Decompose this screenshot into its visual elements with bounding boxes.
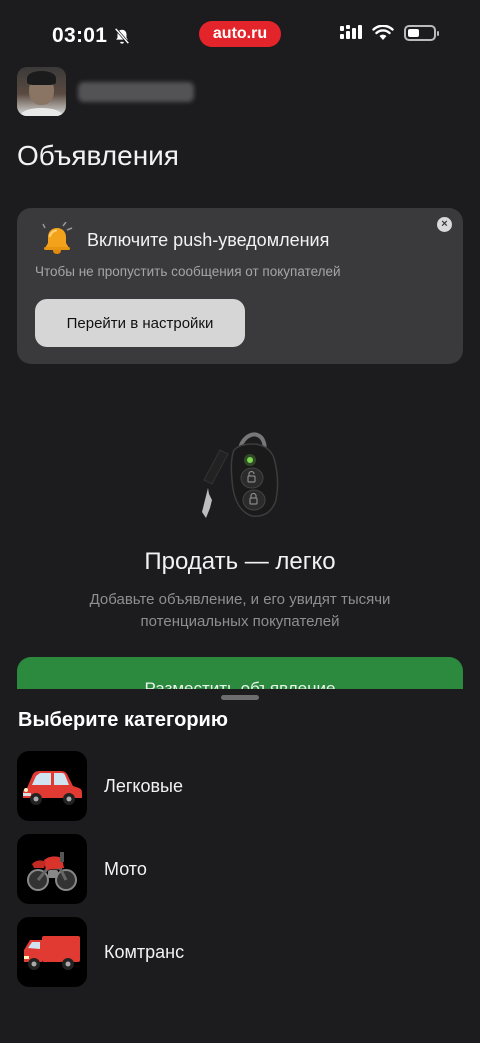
- category-label: Легковые: [104, 775, 183, 796]
- category-sheet: Выберите категорию Легковые Мото Комтран…: [0, 689, 480, 1043]
- open-settings-button[interactable]: Перейти в настройки: [35, 299, 245, 347]
- category-commercial[interactable]: Комтранс: [17, 917, 463, 987]
- car-key-illustration: [202, 432, 279, 518]
- empty-state-description: Добавьте объявление, и его увидят тысячи…: [89, 591, 391, 630]
- battery-icon: [404, 25, 439, 41]
- category-label: Комтранс: [104, 941, 185, 962]
- profile-name-blurred: [78, 81, 194, 102]
- category-label: Мото: [104, 858, 147, 879]
- category-cars[interactable]: Легковые: [17, 751, 463, 821]
- bell-slash-icon: [114, 27, 130, 45]
- status-bar: 03:01 auto.ru: [0, 0, 480, 70]
- car-icon: [17, 751, 87, 821]
- truck-icon: [17, 917, 87, 987]
- clock: 03:01: [52, 24, 108, 47]
- profile-row[interactable]: [17, 67, 194, 116]
- wifi-icon: [372, 25, 394, 40]
- bell-icon: [42, 222, 73, 254]
- push-card-title: Включите push-уведомления: [87, 229, 330, 250]
- sheet-title: Выберите категорию: [18, 709, 228, 731]
- signal-icon: [340, 25, 362, 39]
- brand-logo[interactable]: auto.ru: [199, 21, 281, 47]
- page-title: Объявления: [17, 140, 179, 171]
- status-indicators: [340, 25, 439, 41]
- avatar[interactable]: [17, 67, 66, 116]
- motorcycle-icon: [17, 834, 87, 904]
- close-icon[interactable]: ×: [437, 217, 452, 232]
- push-card-header: Включите push-уведомления: [39, 222, 329, 258]
- push-card-subtitle: Чтобы не пропустить сообщения от покупат…: [35, 264, 341, 279]
- sheet-drag-handle[interactable]: [221, 695, 259, 700]
- empty-state-title: Продать — легко: [144, 548, 336, 575]
- status-time: 03:01: [52, 24, 131, 48]
- push-notification-card: × Включите push-уведомления Чтобы не про…: [17, 208, 463, 364]
- category-moto[interactable]: Мото: [17, 834, 463, 904]
- battery-level: [408, 29, 420, 37]
